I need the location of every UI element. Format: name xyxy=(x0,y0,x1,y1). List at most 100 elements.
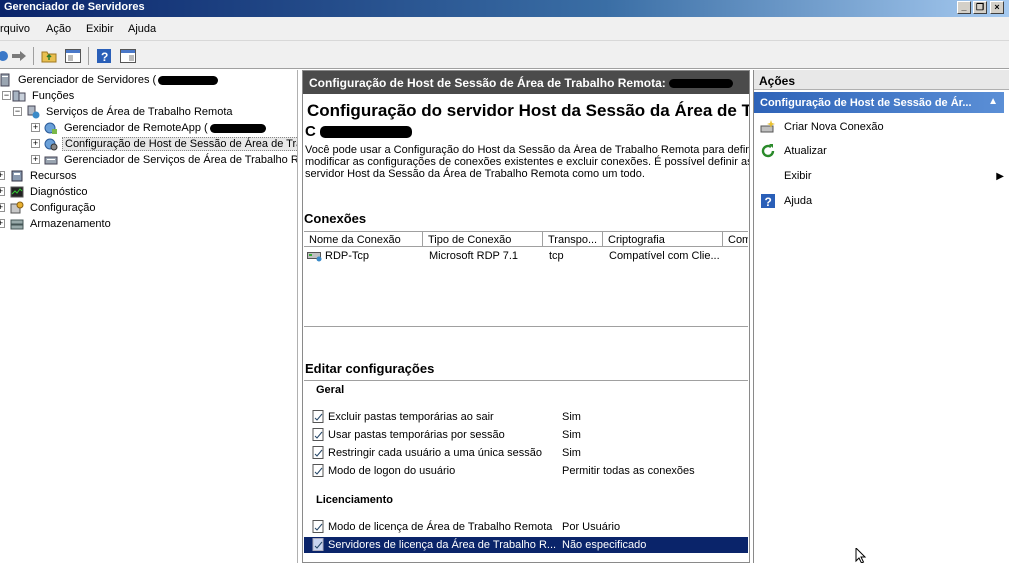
restore-button[interactable]: ❐ xyxy=(973,1,987,14)
menu-acao[interactable]: Ação xyxy=(46,23,71,35)
tree-label: Configuração de Host de Sessão de Área d… xyxy=(62,137,297,151)
connections-heading: Conexões xyxy=(304,211,367,226)
tree-label: Funções xyxy=(32,90,75,102)
setting-value: Por Usuário xyxy=(562,521,621,533)
setting-doc-icon xyxy=(312,520,324,533)
expand-toggle[interactable]: + xyxy=(0,171,5,180)
forward-button[interactable] xyxy=(10,47,28,64)
tree-item-host-config[interactable]: Configuração de Host de Sessão de Área d… xyxy=(44,136,297,152)
menu-ajuda[interactable]: Ajuda xyxy=(128,23,156,35)
page-title: Configuração do servidor Host da Sessão … xyxy=(307,101,750,120)
action-create-connection[interactable]: Criar Nova Conexão xyxy=(760,118,1004,136)
column-header-comment[interactable]: Com xyxy=(723,231,748,247)
storage-icon xyxy=(10,219,24,230)
tree-item-configuracao[interactable]: Configuração xyxy=(10,200,97,216)
console-tree: Gerenciador de Servidores ( − Funções − … xyxy=(0,70,298,563)
help-button[interactable]: ? xyxy=(95,47,113,64)
setting-row-selected[interactable]: Servidores de licença da Área de Trabalh… xyxy=(304,537,748,553)
setting-row[interactable]: Excluir pastas temporárias ao sair Sim xyxy=(304,409,748,425)
setting-value: Permitir todas as conexões xyxy=(562,465,695,477)
tree-label: Gerenciador de RemoteApp ( xyxy=(64,122,208,134)
menu-arquivo[interactable]: rquivo xyxy=(0,23,30,35)
action-label: Exibir xyxy=(784,170,812,182)
tree-label: Configuração xyxy=(30,202,96,214)
setting-row[interactable]: Modo de logon do usuário Permitir todas … xyxy=(304,463,748,479)
expand-toggle[interactable]: + xyxy=(31,155,40,164)
back-arrow-icon xyxy=(0,50,8,61)
column-header-transport[interactable]: Transpo... xyxy=(543,231,603,247)
cell-type: Microsoft RDP 7.1 xyxy=(429,250,519,262)
rds-manager-icon xyxy=(44,156,58,165)
expand-toggle[interactable]: + xyxy=(0,203,5,212)
cell-transport: tcp xyxy=(549,250,564,262)
blank-icon xyxy=(760,168,776,184)
expand-toggle[interactable]: + xyxy=(31,139,40,148)
redacted-mark xyxy=(209,123,266,133)
tree-item-funcoes[interactable]: Funções xyxy=(12,88,76,104)
action-refresh[interactable]: Atualizar xyxy=(760,142,1004,160)
expand-toggle[interactable]: + xyxy=(0,219,5,228)
column-header-type[interactable]: Tipo de Conexão xyxy=(423,231,543,247)
tree-label: Gerenciador de Serviços de Área de Traba… xyxy=(64,154,298,166)
action-view[interactable]: Exibir ▶ xyxy=(760,167,1004,185)
minimize-button[interactable]: _ xyxy=(957,1,971,14)
tree-label: Recursos xyxy=(30,170,77,182)
tree-item-server-manager[interactable]: Gerenciador de Servidores ( xyxy=(0,72,219,88)
column-header-crypto[interactable]: Criptografia xyxy=(603,231,723,247)
network-connection-icon xyxy=(307,252,322,262)
tree-item-diagnostico[interactable]: Diagnóstico xyxy=(10,184,89,200)
remote-desktop-services-icon xyxy=(27,105,40,119)
action-help[interactable]: ? Ajuda xyxy=(760,192,1004,210)
action-label: Atualizar xyxy=(784,145,827,157)
setting-row[interactable]: Modo de licença de Área de Trabalho Remo… xyxy=(304,519,748,535)
tree-label: Serviços de Área de Trabalho Remota xyxy=(46,106,233,118)
menu-exibir[interactable]: Exibir xyxy=(86,23,114,35)
setting-doc-icon xyxy=(312,428,324,441)
actions-section-header[interactable]: Configuração de Host de Sessão de Ár... … xyxy=(754,92,1004,113)
up-folder-button[interactable] xyxy=(40,47,58,64)
actions-heading: Ações xyxy=(754,70,1009,90)
page-title-continuation: C xyxy=(305,123,413,140)
setting-value: Sim xyxy=(562,411,581,423)
tree-item-recursos[interactable]: Recursos xyxy=(10,168,78,184)
remoteapp-manager-icon xyxy=(44,122,57,134)
description-line: servidor Host da Sessão da Área de Traba… xyxy=(305,168,645,180)
expand-toggle[interactable]: − xyxy=(2,91,11,100)
expand-toggle[interactable]: − xyxy=(13,107,22,116)
new-connection-icon xyxy=(760,120,775,133)
action-pane-button[interactable] xyxy=(119,47,137,64)
host-session-config-icon xyxy=(44,138,58,151)
setting-doc-icon xyxy=(312,464,324,477)
column-header-name[interactable]: Nome da Conexão xyxy=(304,231,423,247)
svg-text:?: ? xyxy=(101,50,108,63)
connections-table: Nome da Conexão Tipo de Conexão Transpo.… xyxy=(304,231,748,327)
redacted-mark xyxy=(669,79,734,89)
refresh-icon xyxy=(761,144,775,158)
pane-header-text: Configuração de Host de Sessão de Área d… xyxy=(309,76,666,90)
expand-toggle[interactable]: + xyxy=(31,123,40,132)
close-button[interactable]: × xyxy=(990,1,1004,14)
actions-section-title: Configuração de Host de Sessão de Ár... xyxy=(760,97,972,109)
page-title-fragment: C xyxy=(305,123,316,140)
setting-value: Sim xyxy=(562,429,581,441)
setting-name: Excluir pastas temporárias ao sair xyxy=(328,411,494,423)
setting-name: Restringir cada usuário a uma única sess… xyxy=(328,447,543,459)
setting-doc-icon xyxy=(312,538,324,551)
tree-item-remoteapp[interactable]: Gerenciador de RemoteApp ( xyxy=(44,120,266,136)
action-pane-icon xyxy=(120,48,136,63)
setting-doc-icon xyxy=(312,446,324,459)
setting-row[interactable]: Restringir cada usuário a uma única sess… xyxy=(304,445,748,461)
help-icon: ? xyxy=(761,194,775,209)
show-hide-tree-button[interactable] xyxy=(64,47,82,64)
toolbar-separator xyxy=(88,47,89,65)
tree-item-rds-manager[interactable]: Gerenciador de Serviços de Área de Traba… xyxy=(44,152,298,168)
configuration-icon xyxy=(10,201,24,214)
setting-row[interactable]: Usar pastas temporárias por sessão Sim xyxy=(304,427,748,443)
expand-toggle[interactable]: + xyxy=(0,187,5,196)
tree-item-rds[interactable]: Serviços de Área de Trabalho Remota xyxy=(26,104,235,120)
folder-up-icon xyxy=(41,51,57,62)
toolbar-separator xyxy=(33,47,34,65)
actions-pane: Ações Configuração de Host de Sessão de … xyxy=(753,70,1009,563)
toolbar: ? xyxy=(0,41,1009,69)
tree-item-armazenamento[interactable]: Armazenamento xyxy=(10,216,113,232)
